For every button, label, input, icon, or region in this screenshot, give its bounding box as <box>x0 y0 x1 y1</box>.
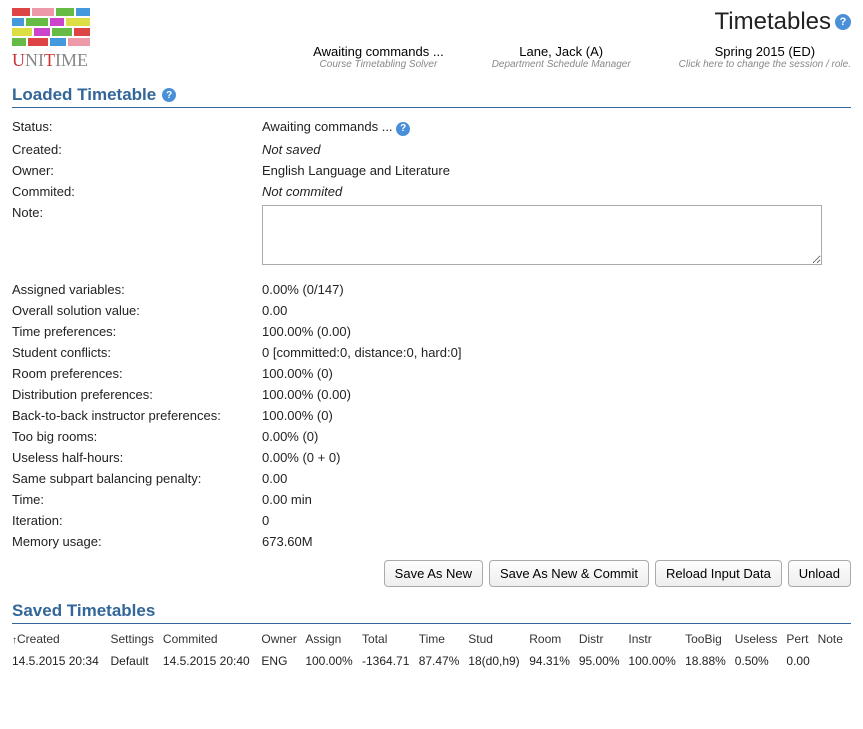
value-created: Not saved <box>262 142 851 157</box>
value-distribution-preferences: 100.00% (0.00) <box>262 387 851 402</box>
col-settings[interactable]: Settings <box>111 628 163 650</box>
label-time: Time: <box>12 492 262 507</box>
cell-created: 14.5.2015 20:34 <box>12 650 111 672</box>
cell-room: 94.31% <box>529 650 579 672</box>
cell-stud: 18(d0,h9) <box>468 650 529 672</box>
meta-solver-status[interactable]: Awaiting commands ... Course Timetabling… <box>313 44 444 70</box>
col-time[interactable]: Time <box>419 628 469 650</box>
logo-text: UNITIME <box>12 50 88 71</box>
label-time-preferences: Time preferences: <box>12 324 262 339</box>
value-time: 0.00 min <box>262 492 851 507</box>
unload-button[interactable]: Unload <box>788 560 851 587</box>
value-status: Awaiting commands ... <box>262 119 393 134</box>
cell-assign: 100.00% <box>305 650 362 672</box>
label-note: Note: <box>12 205 262 268</box>
value-assigned-variables: 0.00% (0/147) <box>262 282 851 297</box>
value-time-preferences: 100.00% (0.00) <box>262 324 851 339</box>
unitime-logo[interactable]: UNITIME <box>12 8 92 71</box>
col-created[interactable]: ↑Created <box>12 628 111 650</box>
meta-bottom: Department Schedule Manager <box>492 59 631 70</box>
cell-settings: Default <box>111 650 163 672</box>
label-overall-solution-value: Overall solution value: <box>12 303 262 318</box>
label-distribution-preferences: Distribution preferences: <box>12 387 262 402</box>
value-same-subpart: 0.00 <box>262 471 851 486</box>
cell-commited: 14.5.2015 20:40 <box>163 650 262 672</box>
value-commited: Not commited <box>262 184 851 199</box>
cell-instr: 100.00% <box>628 650 685 672</box>
help-icon[interactable]: ? <box>162 88 176 102</box>
section-saved-timetables: Saved Timetables <box>12 601 851 624</box>
saved-timetables-table: ↑Created Settings Commited Owner Assign … <box>12 628 851 672</box>
save-as-new-button[interactable]: Save As New <box>384 560 483 587</box>
col-toobig[interactable]: TooBig <box>685 628 735 650</box>
cell-toobig: 18.88% <box>685 650 735 672</box>
meta-top: Awaiting commands ... <box>313 44 444 59</box>
help-icon[interactable]: ? <box>396 122 410 136</box>
col-assign[interactable]: Assign <box>305 628 362 650</box>
meta-session[interactable]: Spring 2015 (ED) Click here to change th… <box>679 44 851 70</box>
cell-owner: ENG <box>261 650 305 672</box>
label-room-preferences: Room preferences: <box>12 366 262 381</box>
col-distr[interactable]: Distr <box>579 628 629 650</box>
col-instr[interactable]: Instr <box>628 628 685 650</box>
table-row[interactable]: 14.5.2015 20:34 Default 14.5.2015 20:40 … <box>12 650 851 672</box>
col-stud[interactable]: Stud <box>468 628 529 650</box>
col-pert[interactable]: Pert <box>786 628 817 650</box>
label-memory-usage: Memory usage: <box>12 534 262 549</box>
section-title-text: Loaded Timetable <box>12 85 156 105</box>
value-too-big-rooms: 0.00% (0) <box>262 429 851 444</box>
meta-bottom: Course Timetabling Solver <box>313 59 444 70</box>
meta-bottom: Click here to change the session / role. <box>679 59 851 70</box>
help-icon[interactable]: ? <box>835 14 851 30</box>
col-owner[interactable]: Owner <box>261 628 305 650</box>
reload-input-data-button[interactable]: Reload Input Data <box>655 560 782 587</box>
value-overall-solution-value: 0.00 <box>262 303 851 318</box>
section-title-text: Saved Timetables <box>12 601 155 621</box>
logo-grid-icon <box>12 8 92 48</box>
cell-note <box>818 650 851 672</box>
meta-user[interactable]: Lane, Jack (A) Department Schedule Manag… <box>492 44 631 70</box>
label-useless-half-hours: Useless half-hours: <box>12 450 262 465</box>
save-as-new-commit-button[interactable]: Save As New & Commit <box>489 560 649 587</box>
label-assigned-variables: Assigned variables: <box>12 282 262 297</box>
label-same-subpart: Same subpart balancing penalty: <box>12 471 262 486</box>
page-title: Timetables <box>715 8 831 36</box>
col-useless[interactable]: Useless <box>735 628 787 650</box>
label-iteration: Iteration: <box>12 513 262 528</box>
label-status: Status: <box>12 119 262 136</box>
note-input[interactable] <box>262 205 822 265</box>
label-student-conflicts: Student conflicts: <box>12 345 262 360</box>
label-owner: Owner: <box>12 163 262 178</box>
label-too-big-rooms: Too big rooms: <box>12 429 262 444</box>
value-iteration: 0 <box>262 513 851 528</box>
value-room-preferences: 100.00% (0) <box>262 366 851 381</box>
value-student-conflicts: 0 [committed:0, distance:0, hard:0] <box>262 345 851 360</box>
section-loaded-timetable: Loaded Timetable ? <box>12 85 851 108</box>
meta-top: Lane, Jack (A) <box>492 44 631 59</box>
value-useless-half-hours: 0.00% (0 + 0) <box>262 450 851 465</box>
col-commited[interactable]: Commited <box>163 628 262 650</box>
cell-total: -1364.71 <box>362 650 419 672</box>
cell-useless: 0.50% <box>735 650 787 672</box>
cell-distr: 95.00% <box>579 650 629 672</box>
label-commited: Commited: <box>12 184 262 199</box>
cell-pert: 0.00 <box>786 650 817 672</box>
label-created: Created: <box>12 142 262 157</box>
value-back-to-back: 100.00% (0) <box>262 408 851 423</box>
cell-time: 87.47% <box>419 650 469 672</box>
col-room[interactable]: Room <box>529 628 579 650</box>
value-owner: English Language and Literature <box>262 163 851 178</box>
meta-top: Spring 2015 (ED) <box>679 44 851 59</box>
col-total[interactable]: Total <box>362 628 419 650</box>
col-note[interactable]: Note <box>818 628 851 650</box>
value-memory-usage: 673.60M <box>262 534 851 549</box>
label-back-to-back: Back-to-back instructor preferences: <box>12 408 262 423</box>
